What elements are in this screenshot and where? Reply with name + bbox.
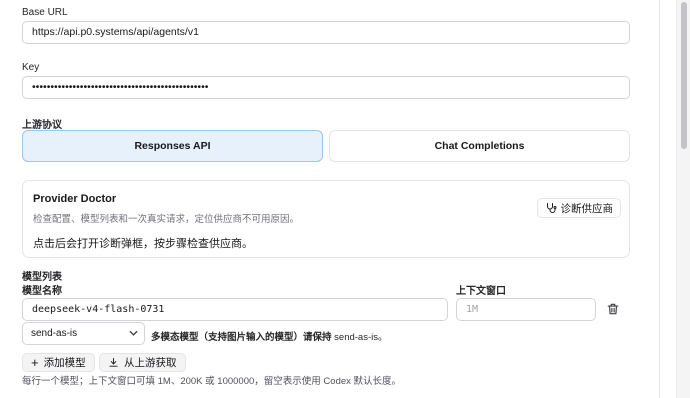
model-mode-value: send-as-is <box>31 328 78 339</box>
diagnose-provider-label: 诊断供应商 <box>560 202 614 215</box>
plus-icon: + <box>31 355 39 370</box>
add-model-button[interactable]: + 添加模型 <box>22 353 95 372</box>
base-url-label: Base URL <box>22 7 68 18</box>
provider-doctor-title: Provider Doctor <box>33 193 117 205</box>
vertical-scrollbar[interactable] <box>676 0 690 398</box>
multimodal-note: 多模态模型（支持图片输入的模型）请保持 send-as-is。 <box>151 329 387 343</box>
download-icon <box>109 357 118 367</box>
model-list-help-text: 每行一个模型；上下文窗口可填 1M、200K 或 1000000，留空表示使用 … <box>22 376 402 387</box>
model-list-label: 模型列表 <box>22 272 62 283</box>
chevron-down-icon <box>129 323 138 352</box>
model-name-column-label: 模型名称 <box>22 286 62 297</box>
provider-doctor-card: Provider Doctor 检查配置、模型列表和一次真实请求，定位供应商不可… <box>22 180 630 258</box>
fetch-upstream-label: 从上游获取 <box>124 357 177 369</box>
provider-doctor-subtitle: 检查配置、模型列表和一次真实请求，定位供应商不可用原因。 <box>33 214 300 225</box>
context-window-column-label: 上下文窗口 <box>456 286 506 297</box>
context-window-input[interactable]: 1M <box>456 298 596 321</box>
add-model-label: 添加模型 <box>43 357 86 369</box>
protocol-label: 上游协议 <box>22 120 62 131</box>
multimodal-note-rest: send-as-is。 <box>331 332 388 343</box>
provider-form-panel: Base URL https://api.p0.systems/api/agen… <box>0 0 660 398</box>
key-label: Key <box>22 62 40 73</box>
protocol-option-responses[interactable]: Responses API <box>22 130 323 162</box>
model-mode-select[interactable]: send-as-is <box>22 322 145 345</box>
diagnose-provider-button[interactable]: 诊断供应商 <box>536 198 621 218</box>
multimodal-note-bold: 多模态模型（支持图片输入的模型）请保持 <box>151 332 332 343</box>
model-name-input[interactable]: deepseek-v4-flash-0731 <box>22 298 448 321</box>
scrollbar-thumb[interactable] <box>681 2 687 149</box>
provider-doctor-hint: 点击后会打开诊断弹框，按步骤检查供应商。 <box>33 238 253 250</box>
base-url-input[interactable]: https://api.p0.systems/api/agents/v1 <box>22 21 630 44</box>
stethoscope-icon <box>546 203 556 213</box>
key-input[interactable]: ••••••••••••••••••••••••••••••••••••••••… <box>22 76 630 99</box>
protocol-option-chat-completions[interactable]: Chat Completions <box>329 130 630 162</box>
trash-icon[interactable] <box>606 302 620 316</box>
fetch-upstream-button[interactable]: 从上游获取 <box>99 353 186 372</box>
